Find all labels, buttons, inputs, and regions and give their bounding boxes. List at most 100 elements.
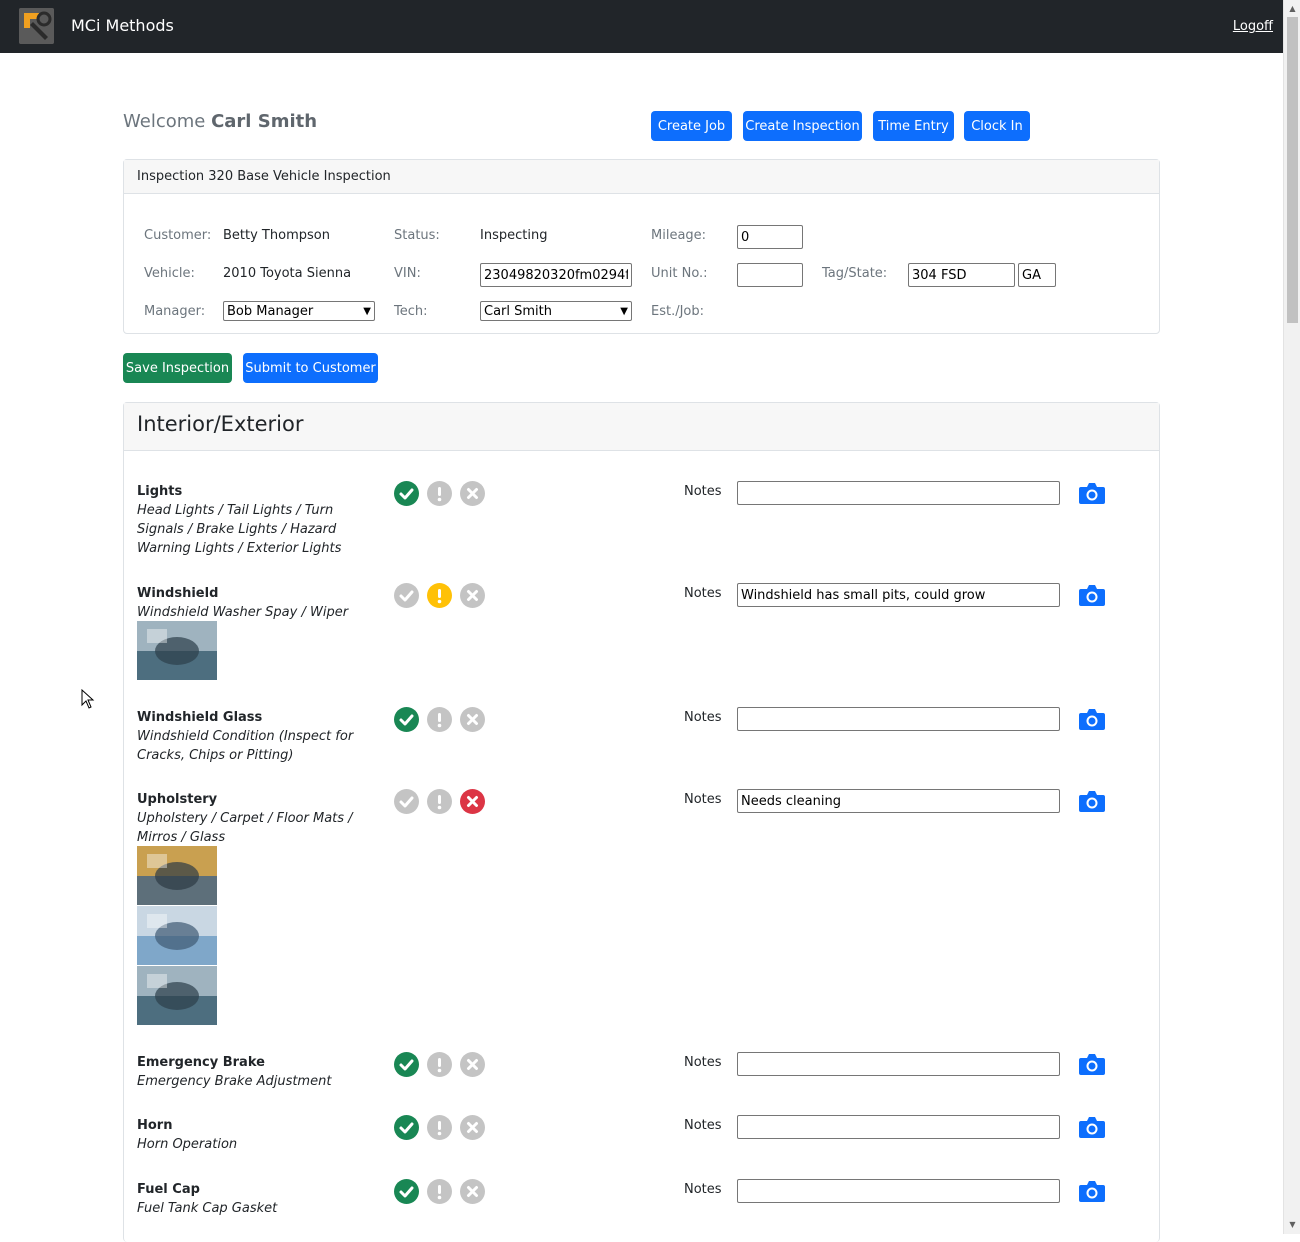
tech-label: Tech: xyxy=(394,304,428,319)
inspection-header: Inspection 320 Base Vehicle Inspection xyxy=(124,160,1159,194)
item-subtitle: Head Lights / Tail Lights / Turn Signals… xyxy=(137,503,342,556)
warning-exclamation-icon[interactable] xyxy=(427,707,452,732)
warning-exclamation-icon[interactable] xyxy=(427,789,452,814)
pass-check-icon[interactable] xyxy=(394,583,419,608)
time-entry-button[interactable]: Time Entry xyxy=(873,111,954,141)
warning-exclamation-icon[interactable] xyxy=(427,481,452,506)
navbar: MCi Methods Logoff xyxy=(0,0,1283,53)
mileage-input[interactable] xyxy=(737,225,803,249)
state-input[interactable] xyxy=(1018,263,1056,287)
fail-x-icon[interactable] xyxy=(460,1179,485,1204)
item-title: Horn xyxy=(137,1118,173,1133)
notes-input[interactable] xyxy=(737,1115,1060,1139)
unit-label: Unit No.: xyxy=(651,266,708,281)
tech-selected: Carl Smith xyxy=(484,303,552,319)
photo-thumbnail[interactable] xyxy=(137,846,217,905)
submit-to-customer-button[interactable]: Submit to Customer xyxy=(243,353,378,383)
vehicle-value: 2010 Toyota Sienna xyxy=(223,266,352,281)
chevron-down-icon: ▼ xyxy=(363,305,371,317)
est-job-label: Est./Job: xyxy=(651,304,705,319)
fail-x-icon[interactable] xyxy=(460,707,485,732)
item-subtitle: Horn Operation xyxy=(137,1137,238,1152)
vehicle-label: Vehicle: xyxy=(144,266,195,281)
chevron-down-icon: ▼ xyxy=(620,305,628,317)
mileage-label: Mileage: xyxy=(651,228,707,243)
item-title: Upholstery xyxy=(137,792,218,807)
tech-select[interactable]: Carl Smith ▼ xyxy=(480,301,632,321)
create-job-button[interactable]: Create Job xyxy=(651,111,732,141)
notes-label: Notes xyxy=(684,484,722,499)
fail-x-icon[interactable] xyxy=(460,583,485,608)
camera-icon[interactable] xyxy=(1078,1179,1106,1203)
save-inspection-button[interactable]: Save Inspection xyxy=(123,353,232,383)
clock-in-button[interactable]: Clock In xyxy=(964,111,1030,141)
app-logo[interactable] xyxy=(19,8,54,44)
manager-select[interactable]: Bob Manager ▼ xyxy=(223,301,375,321)
fail-x-icon[interactable] xyxy=(460,1052,485,1077)
vin-label: VIN: xyxy=(394,266,421,281)
welcome-user: Carl Smith xyxy=(211,111,318,132)
warning-exclamation-icon[interactable] xyxy=(427,1179,452,1204)
camera-icon[interactable] xyxy=(1078,1052,1106,1076)
customer-value: Betty Thompson xyxy=(223,228,330,243)
photo-thumbnail[interactable] xyxy=(137,966,217,1025)
unit-input[interactable] xyxy=(737,263,803,287)
warning-exclamation-icon[interactable] xyxy=(427,583,452,608)
item-title: Lights xyxy=(137,484,183,499)
notes-input[interactable] xyxy=(737,789,1060,813)
notes-input[interactable] xyxy=(737,707,1060,731)
pass-check-icon[interactable] xyxy=(394,481,419,506)
photo-thumbnail[interactable] xyxy=(137,621,217,680)
item-subtitle: Fuel Tank Cap Gasket xyxy=(137,1201,278,1216)
scroll-thumb[interactable] xyxy=(1287,17,1298,323)
camera-icon[interactable] xyxy=(1078,583,1106,607)
status-value: Inspecting xyxy=(480,228,548,243)
camera-icon[interactable] xyxy=(1078,481,1106,505)
notes-input[interactable] xyxy=(737,1052,1060,1076)
fail-x-icon[interactable] xyxy=(460,789,485,814)
warning-exclamation-icon[interactable] xyxy=(427,1052,452,1077)
item-subtitle: Emergency Brake Adjustment xyxy=(137,1074,332,1089)
pass-check-icon[interactable] xyxy=(394,707,419,732)
status-label: Status: xyxy=(394,228,440,243)
section-title: Interior/Exterior xyxy=(124,403,1159,451)
warning-exclamation-icon[interactable] xyxy=(427,1115,452,1140)
scroll-up-icon[interactable]: ▲ xyxy=(1288,4,1297,13)
notes-label: Notes xyxy=(684,710,722,725)
camera-icon[interactable] xyxy=(1078,707,1106,731)
notes-label: Notes xyxy=(684,1118,722,1133)
scroll-down-icon[interactable]: ▼ xyxy=(1288,1220,1297,1229)
create-inspection-button[interactable]: Create Inspection xyxy=(743,111,862,141)
app-name[interactable]: MCi Methods xyxy=(71,16,174,35)
camera-icon[interactable] xyxy=(1078,789,1106,813)
logoff-link[interactable]: Logoff xyxy=(1233,19,1273,34)
fail-x-icon[interactable] xyxy=(460,481,485,506)
notes-input[interactable] xyxy=(737,583,1060,607)
mouse-cursor-icon xyxy=(81,689,95,709)
item-title: Windshield Glass xyxy=(137,710,263,725)
page-scrollbar[interactable]: ▲ ▼ xyxy=(1283,0,1300,1234)
item-title: Emergency Brake xyxy=(137,1055,265,1070)
pass-check-icon[interactable] xyxy=(394,789,419,814)
tag-state-label: Tag/State: xyxy=(822,266,888,281)
fail-x-icon[interactable] xyxy=(460,1115,485,1140)
customer-label: Customer: xyxy=(144,228,212,243)
photo-thumbnail[interactable] xyxy=(137,906,217,965)
welcome-prefix: Welcome xyxy=(123,111,206,132)
notes-label: Notes xyxy=(684,792,722,807)
camera-icon[interactable] xyxy=(1078,1115,1106,1139)
notes-label: Notes xyxy=(684,1055,722,1070)
welcome-heading: Welcome Carl Smith xyxy=(123,111,317,132)
pass-check-icon[interactable] xyxy=(394,1179,419,1204)
vin-input[interactable] xyxy=(480,263,632,287)
item-title: Windshield xyxy=(137,586,219,601)
pass-check-icon[interactable] xyxy=(394,1115,419,1140)
pass-check-icon[interactable] xyxy=(394,1052,419,1077)
tag-input[interactable] xyxy=(908,263,1015,287)
manager-selected: Bob Manager xyxy=(227,303,314,319)
notes-label: Notes xyxy=(684,1182,722,1197)
manager-label: Manager: xyxy=(144,304,206,319)
notes-input[interactable] xyxy=(737,1179,1060,1203)
item-subtitle: Upholstery / Carpet / Floor Mats / Mirro… xyxy=(137,811,353,845)
notes-input[interactable] xyxy=(737,481,1060,505)
